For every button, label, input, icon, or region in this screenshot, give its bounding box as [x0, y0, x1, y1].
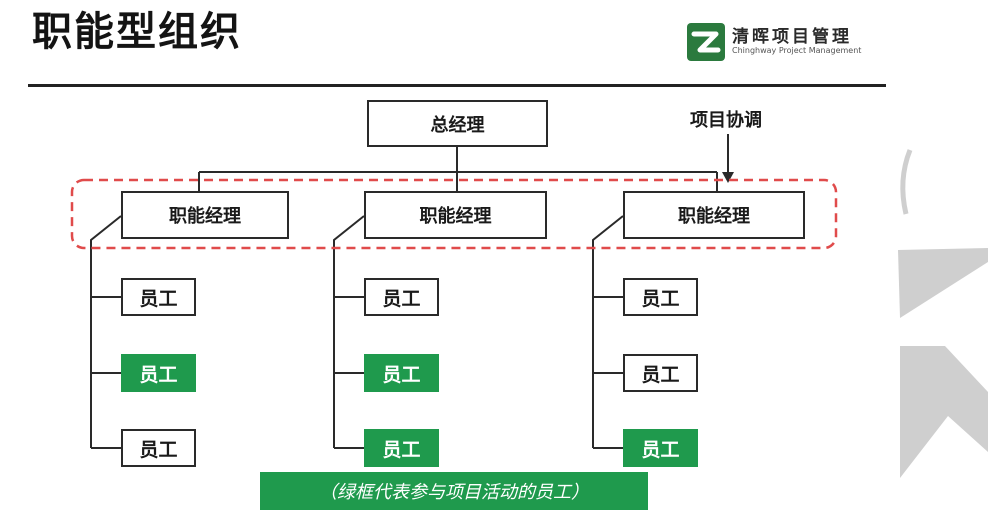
legend-note: （绿框代表参与项目活动的员工） — [260, 472, 648, 510]
coordination-label: 项目协调 — [690, 110, 762, 131]
coordination-arrow-icon — [722, 172, 734, 183]
staff-box: 员工 — [623, 278, 698, 316]
staff-box: 员工 — [623, 429, 698, 467]
functional-manager-box: 职能经理 — [623, 191, 805, 239]
staff-box: 员工 — [121, 429, 196, 467]
staff-box: 员工 — [364, 354, 439, 392]
staff-box: 员工 — [121, 354, 196, 392]
staff-box: 员工 — [121, 278, 196, 316]
functional-manager-box: 职能经理 — [121, 191, 289, 239]
general-manager-box: 总经理 — [367, 100, 548, 147]
staff-box: 员工 — [364, 278, 439, 316]
staff-box: 员工 — [364, 429, 439, 467]
functional-manager-box: 职能经理 — [364, 191, 547, 239]
staff-box: 员工 — [623, 354, 698, 392]
